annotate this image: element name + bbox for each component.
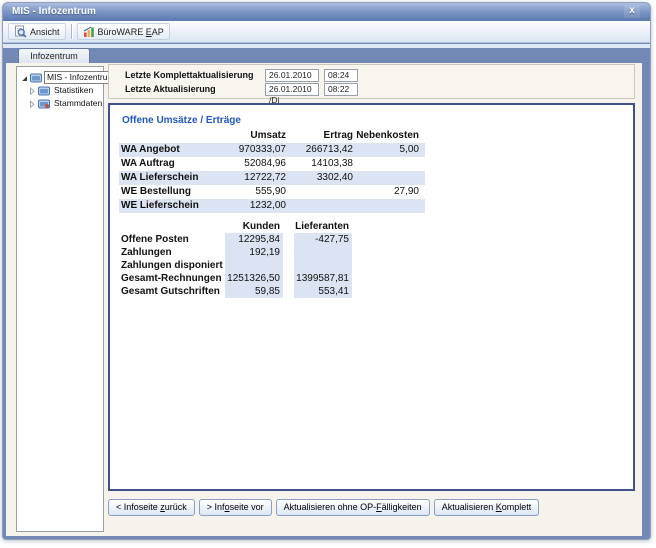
tree-expanded-arrow-icon[interactable]	[20, 74, 28, 82]
tree-item-stammdaten[interactable]: Stammdaten	[17, 97, 103, 110]
ansicht-button[interactable]: Ansicht	[8, 23, 66, 40]
column-header-lieferanten: Lieferanten	[294, 220, 352, 233]
sales-table-header: Umsatz Ertrag Nebenkosten	[119, 129, 425, 143]
tree-collapsed-arrow-icon[interactable]	[28, 100, 36, 108]
tree-node-icon	[38, 86, 50, 96]
ansicht-label: Ansicht	[30, 27, 60, 37]
table-row: Zahlungen 192,19	[119, 246, 352, 259]
infoseite-vor-button[interactable]: > Infoseite vor	[199, 499, 272, 516]
column-header-kunden: Kunden	[225, 220, 283, 233]
view-magnifier-icon	[14, 25, 27, 38]
last-update-time-field[interactable]: 08:22	[324, 83, 358, 96]
aktualisieren-komplett-button[interactable]: Aktualisieren Komplett	[434, 499, 540, 516]
tree-item-label: Statistiken	[52, 85, 95, 96]
table-row: WA Auftrag 52084,96 14103,38	[119, 157, 425, 171]
update-info-panel: Letzte Komplettaktualisierung 26.01.2010…	[108, 64, 635, 99]
close-icon[interactable]: x	[624, 5, 640, 18]
last-full-update-row: Letzte Komplettaktualisierung 26.01.2010…	[109, 70, 634, 82]
app-window: MIS - Infozentrum x Ansicht BüroWARE EAP	[2, 2, 651, 540]
table-row: WA Lieferschein 12722,72 3302,40	[119, 171, 425, 185]
tree-item-statistiken[interactable]: Statistiken	[17, 84, 103, 97]
navigation-tree: MIS - Infozentrum Statistiken	[16, 66, 104, 532]
footer-button-row: < Infoseite zurück > Infoseite vor Aktua…	[108, 499, 539, 516]
last-update-date-field[interactable]: 26.01.2010 /Di	[265, 83, 319, 96]
content-area: MIS - Infozentrum Statistiken	[6, 63, 642, 536]
last-update-label: Letzte Aktualisierung	[125, 84, 216, 94]
title-bar: MIS - Infozentrum x	[3, 3, 650, 21]
tree-collapsed-arrow-icon[interactable]	[28, 87, 36, 95]
tree-item-label: MIS - Infozentrum	[44, 71, 118, 84]
accounts-table: Kunden Lieferanten Offene Posten 12295,8…	[119, 220, 352, 298]
last-full-update-time-field[interactable]: 08:24	[324, 69, 358, 82]
table-row: WE Bestellung 555,90 27,90	[119, 185, 425, 199]
tab-band: Infozentrum	[3, 48, 650, 63]
column-header-nebenkosten: Nebenkosten	[353, 129, 419, 143]
tab-infozentrum[interactable]: Infozentrum	[18, 48, 90, 63]
table-row: WE Lieferschein 1232,00	[119, 199, 425, 213]
report-panel: Offene Umsätze / Erträge Umsatz Ertrag N…	[108, 103, 635, 491]
tree-node-icon	[30, 73, 42, 83]
table-row: Offene Posten 12295,84 -427,75	[119, 233, 352, 246]
last-full-update-label: Letzte Komplettaktualisierung	[125, 70, 254, 80]
table-row: Gesamt-Rechnungen 1251326,50 1399587,81	[119, 272, 352, 285]
buroware-eap-button[interactable]: BüroWARE EAP	[77, 23, 170, 40]
table-row: Gesamt Gutschriften 59,85 553,41	[119, 285, 352, 298]
table-row: WA Angebot 970333,07 266713,42 5,00	[119, 143, 425, 157]
last-full-update-date-field[interactable]: 26.01.2010 /Di	[265, 69, 319, 82]
report-title: Offene Umsätze / Erträge	[122, 115, 241, 126]
infoseite-zurueck-button[interactable]: < Infoseite zurück	[108, 499, 195, 516]
buroware-eap-label: BüroWARE EAP	[98, 27, 164, 37]
accounts-table-header: Kunden Lieferanten	[119, 220, 352, 233]
window-title: MIS - Infozentrum	[12, 6, 96, 17]
tree-item-label: Stammdaten	[52, 98, 104, 109]
table-row: Zahlungen disponiert	[119, 259, 352, 272]
toolbar: Ansicht BüroWARE EAP	[3, 21, 650, 43]
column-header-umsatz: Umsatz	[225, 129, 286, 143]
buroware-eap-icon	[83, 26, 95, 38]
column-header-ertrag: Ertrag	[286, 129, 353, 143]
tree-item-mis-infozentrum[interactable]: MIS - Infozentrum	[17, 71, 103, 84]
aktualisieren-ohne-op-faelligkeiten-button[interactable]: Aktualisieren ohne OP-Fälligkeiten	[276, 499, 430, 516]
last-update-row: Letzte Aktualisierung 26.01.2010 /Di 08:…	[109, 84, 634, 96]
sales-table: Umsatz Ertrag Nebenkosten WA Angebot 970…	[119, 129, 425, 213]
toolbar-separator	[71, 24, 72, 39]
tree-node-icon	[38, 99, 50, 109]
